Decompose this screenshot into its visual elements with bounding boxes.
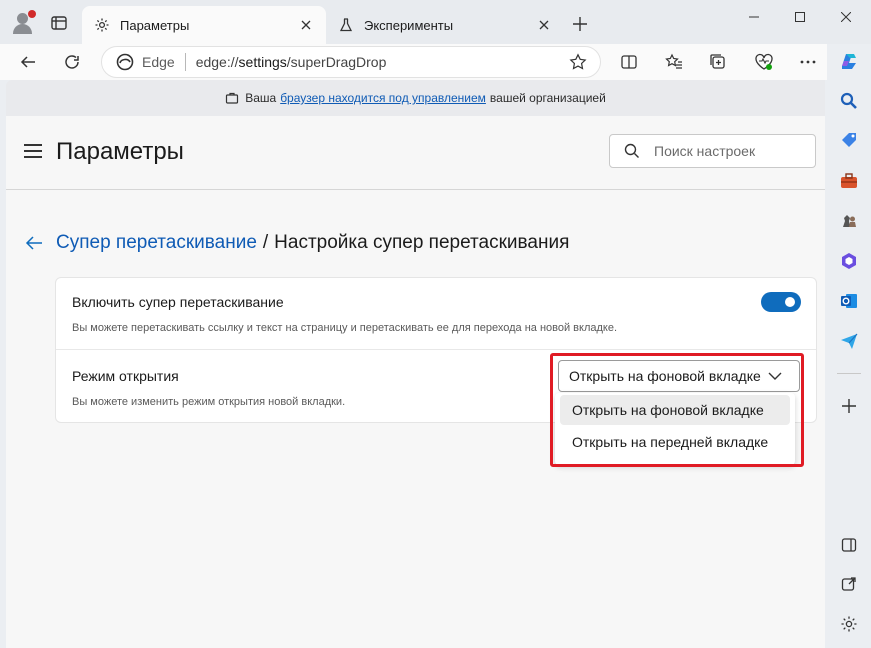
chevron-down-icon <box>765 366 785 386</box>
microsoft-365-icon[interactable] <box>837 249 861 273</box>
search-icon <box>624 143 639 158</box>
favorites-icon[interactable] <box>660 48 688 76</box>
setting-label: Режим открытия <box>72 368 179 384</box>
external-link-icon[interactable] <box>837 572 861 596</box>
refresh-button[interactable] <box>58 48 86 76</box>
breadcrumb-separator: / <box>262 232 269 253</box>
toggle-knob <box>785 297 795 307</box>
outlook-icon[interactable] <box>837 289 861 313</box>
dropdown-option-background[interactable]: Открыть на фоновой вкладке <box>560 395 790 425</box>
settings-page: Параметры Супер перетаскивание / Настрой… <box>6 116 825 648</box>
add-icon[interactable] <box>837 394 861 418</box>
setting-description: Вы можете перетаскивать ссылку и текст н… <box>72 322 618 334</box>
open-mode-select[interactable]: Открыть на фоновой вкладке <box>558 360 800 392</box>
menu-icon[interactable] <box>24 144 42 158</box>
tab-settings[interactable]: Параметры <box>82 6 326 44</box>
setting-label: Включить супер перетаскивание <box>72 294 284 310</box>
shopping-tag-icon[interactable] <box>837 128 861 152</box>
gear-icon <box>94 17 110 33</box>
browser-essentials-icon[interactable] <box>750 48 778 76</box>
title-bar: Параметры Эксперименты <box>0 0 871 44</box>
site-label: Edge <box>142 54 175 70</box>
minimize-button[interactable] <box>731 4 777 30</box>
split-screen-icon[interactable] <box>615 48 643 76</box>
divider <box>184 53 186 71</box>
address-bar[interactable]: Edge edge://settings/superDragDrop <box>101 46 601 78</box>
managed-banner: Ваша браузер находится под управлением в… <box>6 80 825 116</box>
enable-toggle[interactable] <box>761 292 801 312</box>
sidebar-settings-gear-icon[interactable] <box>837 612 861 636</box>
toolbar: Edge edge://settings/superDragDrop <box>0 44 871 80</box>
select-value: Открыть на фоновой вкладке <box>569 368 761 384</box>
divider <box>837 373 861 374</box>
favorite-star-icon[interactable] <box>568 52 588 72</box>
new-tab-button[interactable] <box>568 12 592 36</box>
hide-sidebar-icon[interactable] <box>837 533 861 557</box>
breadcrumb-current: Настройка супер перетаскивания <box>274 232 570 253</box>
back-arrow-icon[interactable] <box>24 233 44 253</box>
games-chess-icon[interactable] <box>837 208 861 232</box>
maximize-button[interactable] <box>777 4 823 30</box>
breadcrumb-parent-link[interactable]: Супер перетаскивание <box>56 232 257 254</box>
tab-experiments[interactable]: Эксперименты <box>326 6 564 44</box>
tools-briefcase-icon[interactable] <box>837 169 861 193</box>
back-button[interactable] <box>14 48 42 76</box>
banner-text-before: Ваша <box>245 91 277 105</box>
flask-icon <box>338 17 354 33</box>
more-options-icon[interactable] <box>794 48 822 76</box>
settings-header: Параметры <box>6 116 825 190</box>
setting-description: Вы можете изменить режим открытия новой … <box>72 396 346 408</box>
close-window-button[interactable] <box>823 4 869 30</box>
page-title: Параметры <box>56 138 184 165</box>
send-icon[interactable] <box>837 329 861 353</box>
banner-managed-link[interactable]: браузер находится под управлением <box>280 91 486 105</box>
search-icon[interactable] <box>837 89 861 113</box>
tab-title: Параметры <box>120 17 190 33</box>
search-box[interactable] <box>609 134 816 168</box>
search-input[interactable] <box>654 143 804 159</box>
setting-row-enable: Включить супер перетаскивание Вы можете … <box>56 278 816 350</box>
close-tab-icon[interactable] <box>532 13 556 37</box>
tab-actions-icon[interactable] <box>50 14 68 32</box>
tab-title: Эксперименты <box>364 17 454 33</box>
edge-logo-icon <box>116 53 134 71</box>
profile-avatar-icon[interactable] <box>10 10 36 36</box>
url-text[interactable]: edge://settings/superDragDrop <box>196 54 568 70</box>
close-tab-icon[interactable] <box>294 13 318 37</box>
breadcrumb: Супер перетаскивание / Настройка супер п… <box>24 232 569 254</box>
dropdown-option-foreground[interactable]: Открыть на передней вкладке <box>560 427 790 457</box>
collections-icon[interactable] <box>704 48 732 76</box>
open-mode-dropdown: Открыть на фоновой вкладке Открыть на пе… <box>555 393 795 465</box>
briefcase-icon <box>225 91 239 105</box>
banner-text-after: вашей организацией <box>489 91 606 105</box>
copilot-icon[interactable] <box>837 48 861 72</box>
right-sidebar <box>827 44 871 648</box>
